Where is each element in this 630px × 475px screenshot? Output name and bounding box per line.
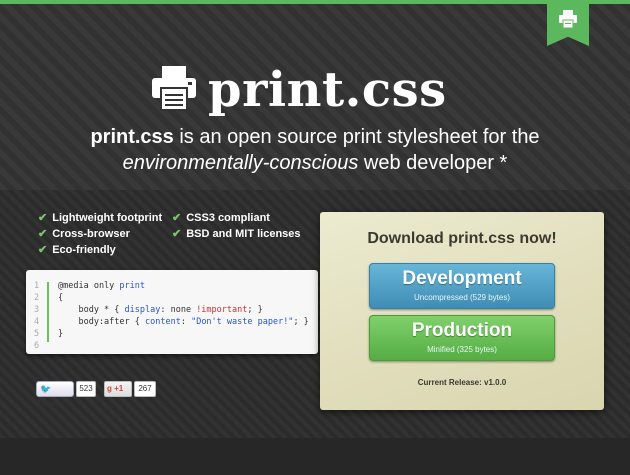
line-number: 3 [34,305,40,315]
code-sample[interactable]: 1 2 3 4 5 6 @media only print { body * {… [26,270,318,354]
google-plus-button[interactable]: g +1 [104,381,132,397]
line-number: 6 [34,341,40,351]
gplus-label: +1 [114,384,124,393]
google-plus-icon: g [107,384,112,393]
tagline-rest: is an open source print stylesheet for t… [173,126,540,148]
feature-label: Lightweight footprint [52,212,163,224]
code-line: body * { display: none !important; } [58,305,263,315]
gutter-divider [47,282,49,342]
download-panel: Download print.css now! Development Unco… [320,212,604,410]
tagline-line-2: environmentally-conscious web developer … [0,150,630,176]
feature-label: Cross-browser [52,228,130,240]
logo-text: print.css [208,62,447,118]
tagline-line-1: print.css is an open source print styles… [0,124,630,150]
tagline-end: web developer * [358,152,508,174]
feature-item: ✔ Lightweight footprint [38,211,162,224]
check-icon: ✔ [172,228,182,240]
corner-ribbon[interactable] [547,4,589,46]
tagline-italic: environmentally-conscious [122,152,359,174]
production-download-button[interactable]: Production Minified (325 bytes) [369,315,555,361]
feature-label: BSD and MIT licenses [186,228,301,240]
feature-label: Eco-friendly [52,244,116,256]
line-number: 4 [34,317,40,327]
line-number-gutter: 1 2 3 4 5 6 [26,270,46,354]
code-line: { [58,293,64,303]
feature-item: ✔ BSD and MIT licenses [172,227,301,240]
dev-sub: Uncompressed (529 bytes) [413,293,511,302]
dev-label: Development [402,268,522,289]
printer-icon [152,66,196,111]
code-line: } [58,329,64,339]
current-release: Current Release: v1.0.0 [417,378,507,387]
check-icon: ✔ [38,228,48,240]
code-line: body:after { content: "Don't waste paper… [58,317,309,327]
tagline-bold: print.css [90,126,174,148]
prod-sub: Minified (325 bytes) [427,345,497,354]
gplus-count: 267 [134,381,156,397]
check-icon: ✔ [38,212,48,224]
check-icon: ✔ [38,244,48,256]
footer [0,438,630,475]
prod-label: Production [411,320,513,341]
line-number: 1 [34,281,40,291]
feature-label: CSS3 compliant [186,212,270,224]
feature-item: ✔ Eco-friendly [38,243,116,256]
development-download-button[interactable]: Development Uncompressed (529 bytes) [369,263,555,309]
twitter-icon: 🐦 [40,384,52,394]
feature-item: ✔ Cross-browser [38,227,130,240]
printer-icon [559,10,577,28]
code-line: @media only print [58,281,146,291]
feature-item: ✔ CSS3 compliant [172,211,270,224]
line-number: 5 [34,329,40,339]
tagline: print.css is an open source print styles… [0,124,630,176]
tweet-button[interactable]: 🐦 Tweet [36,381,74,408]
line-number: 2 [34,293,40,303]
check-icon: ✔ [172,212,182,224]
download-title: Download print.css now! [367,230,557,247]
tweet-count: 523 [76,381,96,397]
tweet-label: Tweet [37,399,59,408]
